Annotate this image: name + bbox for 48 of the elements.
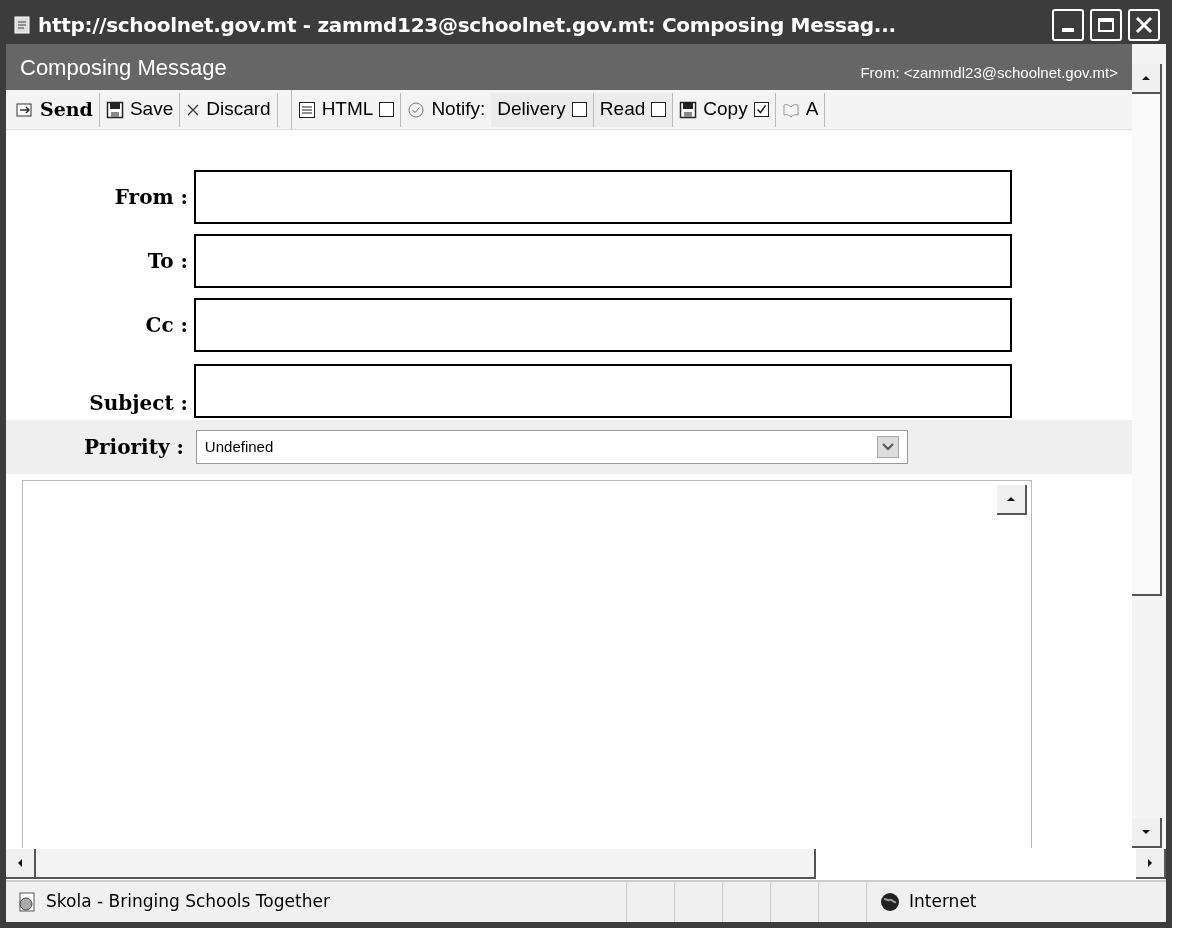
text-lines-icon bbox=[297, 100, 316, 119]
toolbar-toggle[interactable]: Copy bbox=[673, 92, 776, 127]
scroll-right-button[interactable] bbox=[1136, 849, 1166, 879]
field-label: Subject : bbox=[88, 390, 188, 417]
security-zone: Internet bbox=[909, 890, 977, 914]
toolbar-button[interactable]: Save bbox=[99, 92, 181, 127]
toolbar-toggle[interactable]: Delivery bbox=[491, 92, 594, 127]
field-label: From : bbox=[113, 184, 188, 211]
close-icon bbox=[186, 102, 201, 117]
scroll-down-button[interactable] bbox=[1132, 818, 1162, 848]
scroll-thumb[interactable] bbox=[36, 849, 816, 879]
horizontal-scrollbar[interactable] bbox=[6, 848, 1166, 880]
scroll-up-button[interactable] bbox=[1132, 64, 1162, 94]
input-field[interactable] bbox=[194, 234, 1012, 288]
scroll-up-button[interactable] bbox=[997, 485, 1027, 515]
priority-dropdown[interactable]: Undefined bbox=[195, 430, 908, 464]
checkbox[interactable] bbox=[651, 102, 667, 117]
dropdown-caret-icon bbox=[876, 436, 899, 458]
checkbox[interactable] bbox=[753, 102, 769, 117]
toolbar-button[interactable]: Discard bbox=[180, 92, 278, 127]
minimize-button[interactable] bbox=[1052, 9, 1084, 41]
toolbar-toggle[interactable]: Read bbox=[593, 92, 674, 127]
maximize-button[interactable] bbox=[1090, 9, 1122, 41]
input-field[interactable] bbox=[194, 364, 1012, 418]
scroll-thumb[interactable] bbox=[1132, 94, 1162, 596]
checkbox[interactable] bbox=[571, 102, 587, 117]
priority-label: Priority : bbox=[84, 434, 184, 461]
close-icon bbox=[1135, 16, 1153, 34]
globe-icon bbox=[879, 891, 901, 913]
checkbox[interactable] bbox=[379, 102, 395, 117]
input-field[interactable] bbox=[194, 170, 1012, 224]
field-label: Cc : bbox=[144, 312, 188, 339]
header-from: From: <zammdl23@schoolnet.gov.mt> bbox=[860, 62, 1118, 83]
vertical-scrollbar[interactable] bbox=[1132, 44, 1166, 848]
toolbar-button[interactable]: Send bbox=[10, 92, 100, 127]
send-icon bbox=[16, 100, 34, 119]
close-button[interactable] bbox=[1128, 9, 1160, 41]
page-icon bbox=[12, 15, 32, 35]
status-text: Skola - Bringing Schools Together bbox=[46, 890, 331, 914]
toolbar-toggle[interactable]: HTML bbox=[291, 92, 402, 127]
notify-label: Notify: bbox=[401, 92, 492, 127]
window-title: http://schoolnet.gov.mt - zammd123@schoolnet.gov.mt: Composing Messag... bbox=[38, 12, 897, 39]
check-circle-icon bbox=[407, 100, 426, 119]
input-field[interactable] bbox=[194, 298, 1012, 352]
header-title: Composing Message bbox=[20, 54, 227, 82]
field-label: To : bbox=[146, 248, 188, 275]
toolbar-button[interactable]: A bbox=[775, 92, 826, 127]
scroll-left-button[interactable] bbox=[6, 849, 36, 879]
